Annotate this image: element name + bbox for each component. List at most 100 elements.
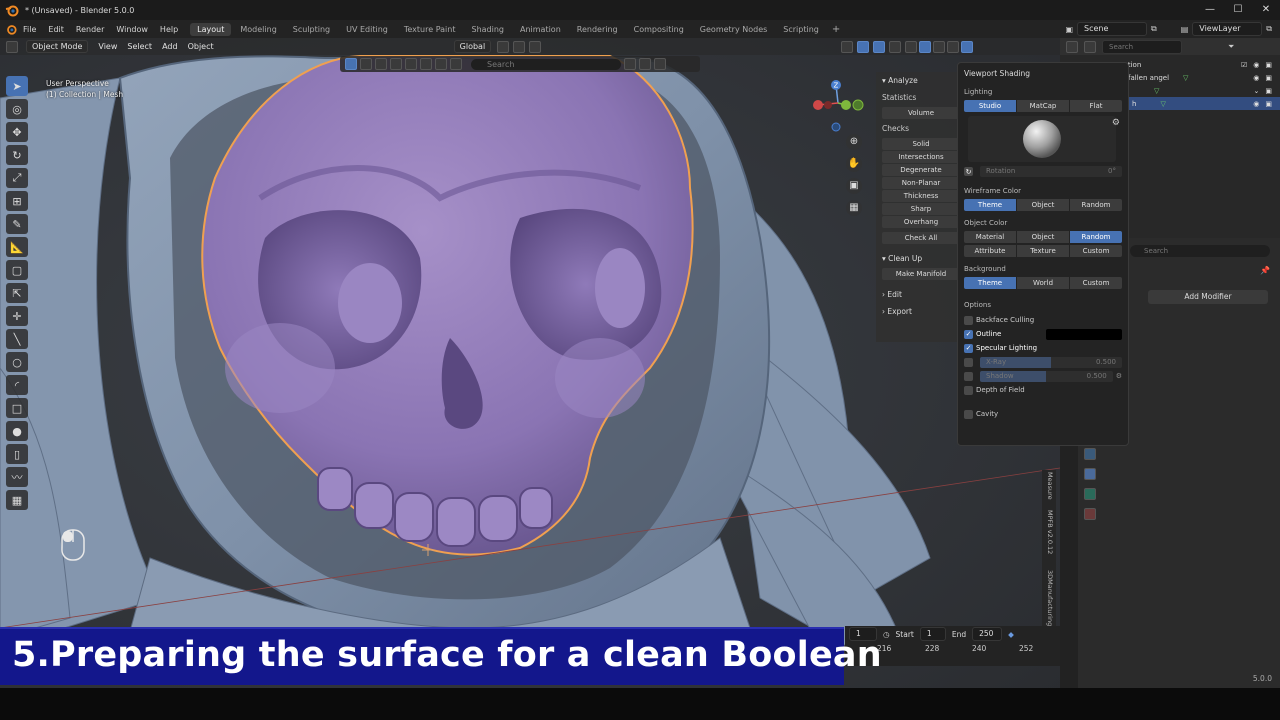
make-manifold-button[interactable]: Make Manifold <box>882 268 960 280</box>
grid-ortho-icon[interactable]: ▦ <box>846 200 862 216</box>
snap-icon[interactable] <box>513 40 526 53</box>
exclude-checkbox-icon[interactable]: ☑ <box>1241 61 1247 69</box>
thickness-button[interactable]: Thickness <box>882 190 960 202</box>
select-tool-icon[interactable]: ➤ <box>6 76 28 96</box>
maximize-button[interactable]: ☐ <box>1224 0 1252 20</box>
sharp-button[interactable]: Sharp <box>882 203 960 215</box>
pan-hand-icon[interactable]: ✋ <box>846 156 862 172</box>
tab-geometry-nodes[interactable]: Geometry Nodes <box>693 23 774 36</box>
rotate-tool-icon[interactable]: ↻ <box>6 145 28 165</box>
arc-tool-icon[interactable]: ◜ <box>6 375 28 395</box>
new-scene-icon[interactable]: ⧉ <box>1151 24 1157 34</box>
wireframe-shading-icon[interactable] <box>905 40 918 53</box>
object-tab-icon[interactable] <box>1084 448 1096 460</box>
check-all-button[interactable]: Check All <box>882 232 960 244</box>
shadow-row[interactable]: Shadow 0.500 ⚙ <box>964 369 1122 383</box>
specular-lighting-row[interactable]: ✓ Specular Lighting <box>964 341 1122 355</box>
material-shading-icon[interactable] <box>933 40 946 53</box>
annotate-tool-icon[interactable]: ✎ <box>6 214 28 234</box>
grid-tool-icon[interactable]: ▦ <box>6 490 28 510</box>
color-custom-button[interactable]: Custom <box>1070 245 1122 257</box>
camera-icon[interactable]: ▣ <box>1265 87 1272 95</box>
menu-add[interactable]: Add <box>162 42 178 51</box>
select-intersect-icon[interactable] <box>405 58 417 70</box>
transform-tool-icon[interactable]: ⊞ <box>6 191 28 211</box>
overlay-toggle-icon[interactable] <box>873 40 886 53</box>
eye-icon[interactable]: ◉ <box>1253 61 1259 69</box>
move-tool-icon[interactable]: ✥ <box>6 122 28 142</box>
degenerate-button[interactable]: Degenerate <box>882 164 960 176</box>
color-random-button[interactable]: Random <box>1070 231 1122 243</box>
tab-mpfb[interactable]: MPFB v2.0.12 <box>1046 510 1054 554</box>
start-frame-field[interactable]: 1 <box>919 627 946 641</box>
select-extend-icon[interactable] <box>360 58 372 70</box>
add-cube-tool-icon[interactable]: ▢ <box>6 260 28 280</box>
outliner-search-input[interactable]: Search <box>1102 39 1182 54</box>
depth-of-field-checkbox[interactable] <box>964 385 973 395</box>
keyframe-icon[interactable]: ◆ <box>1008 630 1014 639</box>
shadow-slider[interactable]: Shadow 0.500 <box>980 370 1113 382</box>
snap-target-icon[interactable] <box>450 58 462 70</box>
view-options-icon[interactable] <box>624 58 636 70</box>
circle-tool-icon[interactable]: ○ <box>6 352 28 372</box>
camera-icon[interactable]: ▣ <box>846 178 862 194</box>
rendered-shading-icon[interactable] <box>947 40 960 53</box>
inset-tool-icon[interactable]: ✛ <box>6 306 28 326</box>
backface-culling-checkbox[interactable] <box>964 315 973 325</box>
menu-select[interactable]: Select <box>127 42 152 51</box>
file-tool-icon[interactable]: ▯ <box>6 444 28 464</box>
sphere-tool-icon[interactable]: ● <box>6 421 28 441</box>
outline-color-swatch[interactable] <box>1046 328 1122 340</box>
add-workspace-button[interactable]: + <box>832 24 840 35</box>
view-layer-field[interactable]: ViewLayer <box>1192 22 1263 36</box>
outline-row[interactable]: ✓ Outline <box>964 327 1122 341</box>
select-box-icon[interactable] <box>345 58 357 70</box>
world-space-lighting-icon[interactable]: ↻ <box>964 167 973 176</box>
background-custom-button[interactable]: Custom <box>1070 277 1122 289</box>
box-tool-icon[interactable]: □ <box>6 398 28 418</box>
overhang-button[interactable]: Overhang <box>882 216 960 228</box>
background-world-button[interactable]: World <box>1017 277 1069 289</box>
pin-icon[interactable]: 📌 <box>1260 266 1270 275</box>
tab-layout[interactable]: Layout <box>190 22 232 36</box>
minimize-button[interactable]: — <box>1196 0 1224 20</box>
wireframe-theme-button[interactable]: Theme <box>964 199 1016 211</box>
menu-edit[interactable]: Edit <box>48 25 64 34</box>
lighting-studio-button[interactable]: Studio <box>964 100 1016 112</box>
color-attribute-button[interactable]: Attribute <box>964 245 1016 257</box>
mode-dropdown[interactable]: Object Mode <box>26 40 89 53</box>
lighting-flat-button[interactable]: Flat <box>1070 100 1122 112</box>
select-invert-icon[interactable] <box>390 58 402 70</box>
cleanup-header[interactable]: ▾ Clean Up <box>876 250 966 267</box>
tab-compositing[interactable]: Compositing <box>627 23 691 36</box>
shadow-settings-gear-icon[interactable]: ⚙ <box>1116 372 1122 380</box>
background-theme-button[interactable]: Theme <box>964 277 1016 289</box>
menu-view[interactable]: View <box>98 42 117 51</box>
tab-sculpting[interactable]: Sculpting <box>286 23 337 36</box>
cursor-tool-icon[interactable]: ◎ <box>6 99 28 119</box>
navigation-gizmo[interactable]: Z <box>808 75 868 135</box>
volume-button[interactable]: Volume <box>882 107 960 119</box>
tab-texture-paint[interactable]: Texture Paint <box>397 23 463 36</box>
cavity-row[interactable]: Cavity <box>964 407 1122 421</box>
editor-type-icon[interactable] <box>6 40 18 53</box>
outliner-filter-icon[interactable]: ⏷ <box>1228 42 1234 52</box>
outline-checkbox[interactable]: ✓ <box>964 329 973 339</box>
edit-header[interactable]: › Edit <box>876 286 966 303</box>
measure-tool-icon[interactable]: 📐 <box>6 237 28 257</box>
extrude-tool-icon[interactable]: ⇱ <box>6 283 28 303</box>
scene-field[interactable]: Scene <box>1077 22 1147 36</box>
rotation-slider[interactable]: Rotation 0° <box>980 166 1122 177</box>
wireframe-random-button[interactable]: Random <box>1070 199 1122 211</box>
blender-menu-icon[interactable] <box>5 23 17 35</box>
menu-help[interactable]: Help <box>160 25 178 34</box>
analyze-header[interactable]: ▾ Analyze <box>876 72 966 89</box>
pivot-icon[interactable] <box>497 40 510 53</box>
modifier-tab-icon[interactable] <box>1084 468 1096 480</box>
menu-window[interactable]: Window <box>116 25 148 34</box>
shield-icon[interactable] <box>654 58 666 70</box>
wireframe-object-button[interactable]: Object <box>1017 199 1069 211</box>
specular-checkbox[interactable]: ✓ <box>964 343 973 353</box>
color-object-button[interactable]: Object <box>1017 231 1069 243</box>
solid-button[interactable]: Solid <box>882 138 960 150</box>
